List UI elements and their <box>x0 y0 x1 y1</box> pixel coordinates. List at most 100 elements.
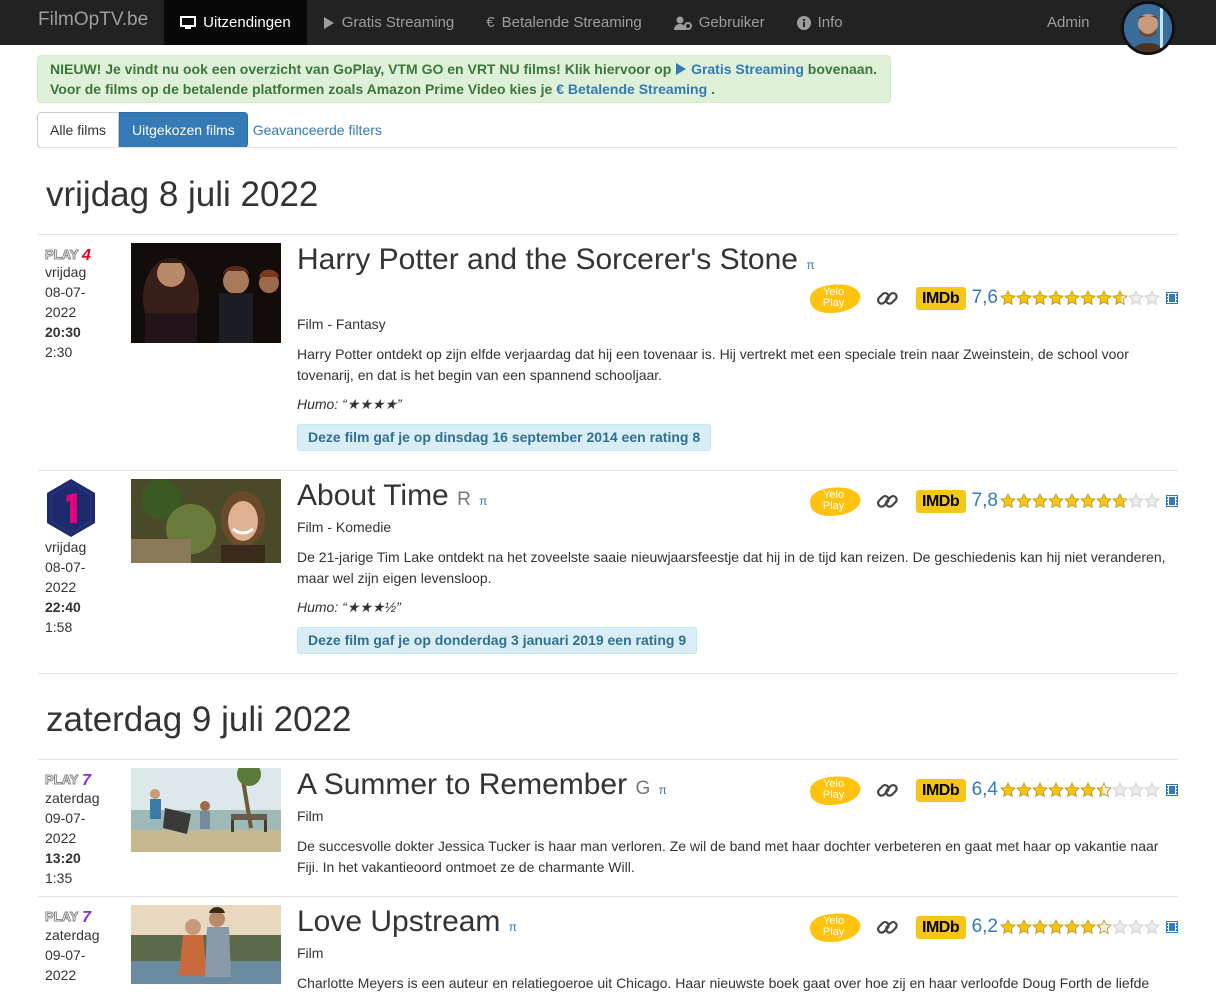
pi-marker: π <box>508 920 518 934</box>
date: 09-07- <box>45 810 86 826</box>
star-icon <box>1080 493 1096 509</box>
tab-alle-films[interactable]: Alle films <box>37 112 120 148</box>
movie-badges: Yelo Play IMDb 6,2 <box>806 910 1178 944</box>
movie-item: PLAY 4 vrijdag 08-07- 2022 20:30 2:30 Har… <box>38 243 1178 463</box>
yelo-play-badge[interactable]: Yelo Play <box>806 773 862 807</box>
info-icon <box>796 15 811 30</box>
yelo-label: Yelo Play <box>822 915 845 938</box>
weekday: vrijdag <box>45 539 87 555</box>
movie-title[interactable]: Harry Potter and the Sorcerer's Stone π <box>297 243 815 277</box>
movie-title[interactable]: About Time R π <box>297 479 487 513</box>
broadcast-info: vrijdag 08-07- 2022 22:40 1:58 <box>45 537 115 637</box>
date: 08-07- <box>45 284 86 300</box>
star-icon <box>1032 493 1048 509</box>
duration: 1:35 <box>45 870 73 886</box>
imdb-logo[interactable]: IMDb <box>915 915 966 939</box>
alert-text: bovenaan. <box>807 61 878 77</box>
pi-marker: π <box>479 494 488 508</box>
yelo-play-badge[interactable]: Yelo Play <box>806 484 862 518</box>
movie-genre: Film <box>297 808 324 824</box>
play-icon <box>676 63 687 75</box>
star-icon <box>1016 493 1032 509</box>
day-heading: zaterdag 9 juli 2022 <box>46 700 352 739</box>
nav-info[interactable]: Info <box>781 0 859 45</box>
divider <box>38 147 1178 148</box>
nav-betalende-streaming[interactable]: € Betalende Streaming <box>470 0 657 45</box>
date: 2022 <box>45 967 77 983</box>
star-icon <box>1096 290 1112 306</box>
movie-poster[interactable] <box>131 243 281 343</box>
film-icon[interactable] <box>1166 292 1178 304</box>
star-icon <box>1128 290 1144 306</box>
nav-label: Info <box>817 14 843 31</box>
weekday: zaterdag <box>45 790 100 806</box>
imdb-logo[interactable]: IMDb <box>915 286 966 310</box>
svg-text:PLAY: PLAY <box>45 909 79 924</box>
chain-link-icon[interactable] <box>874 914 900 940</box>
yelo-play-badge[interactable]: Yelo Play <box>806 281 862 315</box>
brand-logo[interactable]: FilmOpTV.be <box>0 0 164 45</box>
nav-admin[interactable]: Admin <box>1031 0 1106 45</box>
star-icon <box>1032 782 1048 798</box>
age-certificate: R <box>457 489 471 510</box>
een-channel-logo <box>47 479 95 537</box>
broadcast-info: zaterdag 09-07- 2022 13:20 1:35 <box>45 788 115 888</box>
film-icon[interactable] <box>1166 784 1178 796</box>
yelo-label: Yelo Play <box>822 778 845 801</box>
star-icon <box>1064 493 1080 509</box>
nav-gratis-streaming[interactable]: Gratis Streaming <box>307 0 471 45</box>
star-icon <box>1096 493 1112 509</box>
imdb-logo[interactable]: IMDb <box>915 778 966 802</box>
betalende-streaming-link[interactable]: Betalende Streaming <box>568 81 707 97</box>
star-icon <box>1016 290 1032 306</box>
movie-poster[interactable] <box>131 479 281 563</box>
nav-label: Betalende Streaming <box>501 14 642 31</box>
movie-title[interactable]: A Summer to Remember G π <box>297 768 667 802</box>
star-icon <box>1096 782 1112 798</box>
star-icon <box>1112 782 1128 798</box>
title-text: Harry Potter and the Sorcerer's Stone <box>297 243 798 276</box>
gratis-streaming-link[interactable]: Gratis Streaming <box>691 61 804 77</box>
svg-text:7: 7 <box>82 772 92 787</box>
movie-poster[interactable] <box>131 905 281 984</box>
duration: 1:58 <box>45 619 73 635</box>
movie-description: De succesvolle dokter Jessica Tucker is … <box>297 838 1159 875</box>
star-icon <box>1128 493 1144 509</box>
svg-text:PLAY: PLAY <box>45 772 79 787</box>
weekday: vrijdag <box>45 264 87 280</box>
movie-poster[interactable] <box>131 768 281 852</box>
star-icon <box>1080 782 1096 798</box>
advanced-filters-link[interactable]: Geavanceerde filters <box>248 112 387 148</box>
nav-gebruiker[interactable]: Gebruiker <box>658 0 781 45</box>
nav-uitzendingen[interactable]: Uitzendingen <box>164 0 307 45</box>
film-icon[interactable] <box>1166 495 1178 507</box>
chain-link-icon[interactable] <box>874 285 900 311</box>
user-rating-note: Deze film gaf je op dinsdag 16 september… <box>297 424 712 451</box>
star-icon <box>1048 290 1064 306</box>
imdb-logo[interactable]: IMDb <box>915 489 966 513</box>
movie-title[interactable]: Love Upstream π <box>297 905 517 939</box>
alert-text: . <box>711 81 715 97</box>
start-time: 22:40 <box>45 599 81 615</box>
imdb-score: 7,8 <box>971 490 998 511</box>
movie-badges: Yelo Play IMDb 7,8 <box>806 484 1178 518</box>
user-rating-note: Deze film gaf je op donderdag 3 januari … <box>297 627 698 654</box>
star-icon <box>1064 782 1080 798</box>
film-icon[interactable] <box>1166 921 1178 933</box>
star-rating <box>1000 782 1160 798</box>
divider <box>38 759 1178 760</box>
star-icon <box>1080 919 1096 935</box>
star-icon <box>1016 919 1032 935</box>
star-icon <box>1000 782 1016 798</box>
chain-link-icon[interactable] <box>874 777 900 803</box>
avatar[interactable] <box>1121 1 1175 55</box>
chain-link-icon[interactable] <box>874 488 900 514</box>
svg-text:4: 4 <box>81 247 91 262</box>
star-rating <box>1000 493 1160 509</box>
tab-uitgekozen-films[interactable]: Uitgekozen films <box>119 112 248 148</box>
movie-genre: Film - Komedie <box>297 519 392 535</box>
yelo-label: Yelo Play <box>822 286 845 309</box>
broadcast-info: vrijdag 08-07- 2022 20:30 2:30 <box>45 262 115 362</box>
age-certificate: G <box>635 778 651 799</box>
yelo-play-badge[interactable]: Yelo Play <box>806 910 862 944</box>
